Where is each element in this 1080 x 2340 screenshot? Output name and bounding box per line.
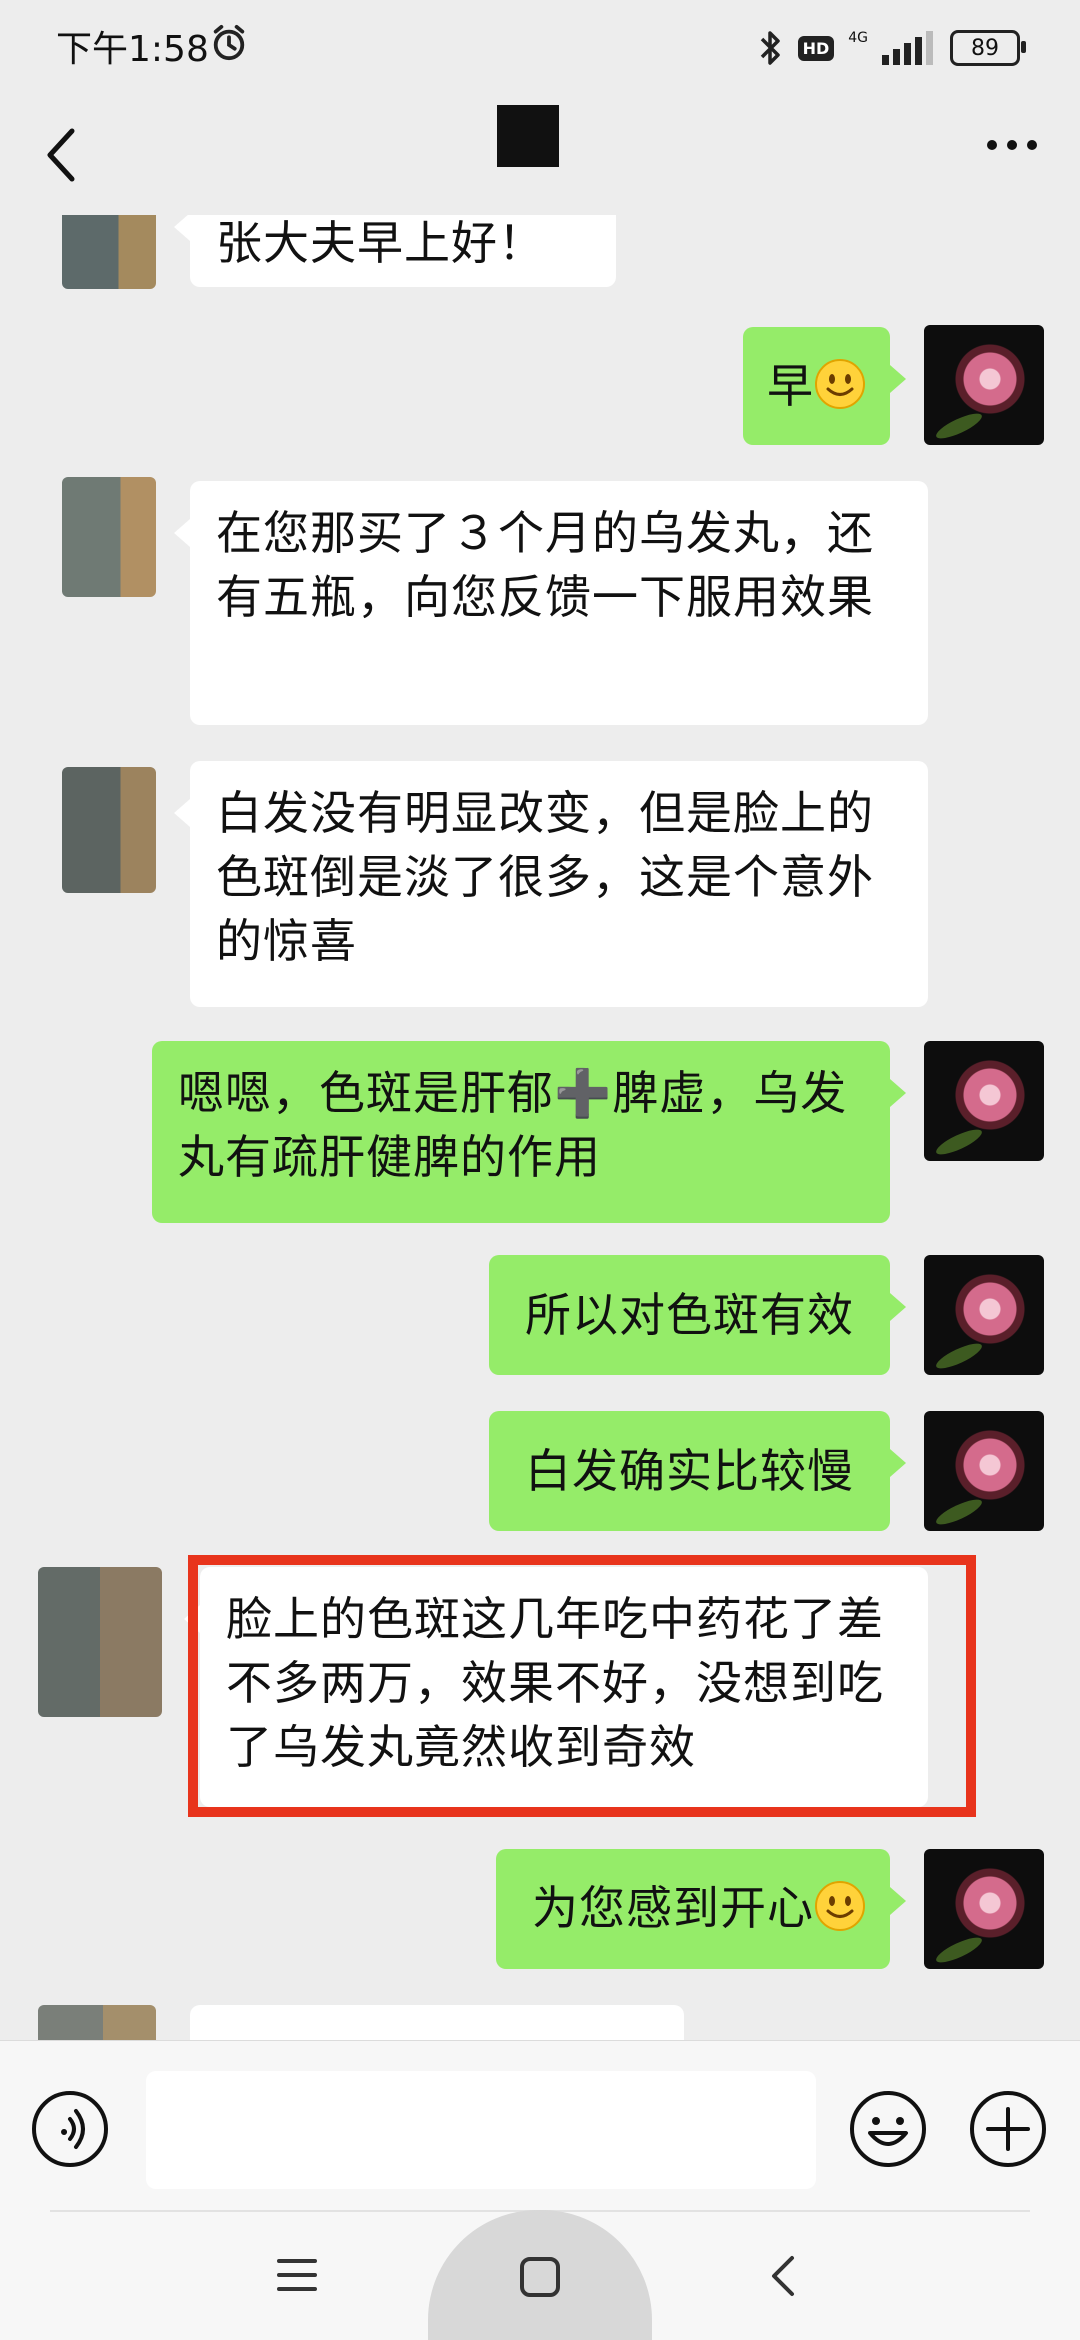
message-text: 白发确实比较慢 bbox=[525, 1444, 854, 1498]
contact-avatar[interactable] bbox=[62, 215, 156, 289]
self-avatar[interactable] bbox=[924, 1849, 1044, 1969]
hd-badge: HD bbox=[797, 35, 835, 61]
chat-header bbox=[0, 95, 1080, 215]
contact-avatar[interactable] bbox=[62, 767, 156, 893]
message-bubble[interactable]: 所以对色斑有效 bbox=[489, 1255, 906, 1375]
message-text: 嗯嗯，色斑是肝郁➕脾虚，乌发丸有疏肝健脾的作用 bbox=[178, 1066, 848, 1184]
self-avatar[interactable] bbox=[924, 1041, 1044, 1161]
contact-avatar[interactable] bbox=[38, 2005, 156, 2040]
home-icon[interactable] bbox=[518, 2255, 562, 2299]
contact-avatar[interactable] bbox=[62, 477, 156, 597]
chevron-left-icon[interactable] bbox=[36, 119, 86, 191]
voice-icon[interactable] bbox=[30, 2089, 110, 2169]
smile-emoji-icon bbox=[815, 1881, 865, 1931]
back-nav-icon[interactable] bbox=[768, 2252, 798, 2300]
battery-indicator: 89 bbox=[950, 30, 1026, 66]
message-text: 所以对色斑有效 bbox=[525, 1288, 854, 1342]
smile-emoji-icon bbox=[815, 359, 865, 409]
message-bubble[interactable]: 白发确实比较慢 bbox=[489, 1411, 906, 1531]
alarm-icon bbox=[213, 24, 245, 61]
message-bubble[interactable]: 早 bbox=[743, 327, 906, 445]
self-avatar[interactable] bbox=[924, 1411, 1044, 1531]
status-bar: 下午1:58 HD 4G 89 bbox=[0, 0, 1080, 95]
status-icons: HD 4G 89 bbox=[758, 26, 1026, 70]
menu-icon[interactable] bbox=[275, 2255, 319, 2295]
message-text: 白发没有明显改变，但是脸上的色斑倒是淡了很多，这是个意外的惊喜 bbox=[216, 786, 874, 968]
self-avatar[interactable] bbox=[924, 1255, 1044, 1375]
system-nav-bar bbox=[0, 2210, 1080, 2340]
battery-level: 89 bbox=[971, 35, 999, 61]
message-bubble[interactable]: 为您感到开心 bbox=[496, 1849, 906, 1969]
bluetooth-icon bbox=[760, 31, 780, 65]
plus-icon[interactable] bbox=[968, 2089, 1048, 2169]
network-type: 4G bbox=[848, 30, 868, 46]
message-bubble[interactable] bbox=[190, 2005, 684, 2040]
contact-avatar[interactable] bbox=[38, 1567, 162, 1717]
status-time: 下午1:58 bbox=[56, 29, 209, 70]
input-bar bbox=[0, 2040, 1080, 2211]
message-bubble[interactable]: 张大夫早上好！ bbox=[174, 215, 616, 287]
more-dots-icon[interactable] bbox=[984, 135, 1040, 155]
self-avatar[interactable] bbox=[924, 325, 1044, 445]
message-bubble[interactable]: 白发没有明显改变，但是脸上的色斑倒是淡了很多，这是个意外的惊喜 bbox=[174, 761, 928, 1007]
message-bubble[interactable]: 在您那买了３个月的乌发丸，还有五瓶，向您反馈一下服用效果 bbox=[174, 481, 928, 725]
message-text: 为您感到开心 bbox=[532, 1881, 814, 1935]
contact-name-redacted bbox=[497, 105, 559, 167]
message-text: 在您那买了３个月的乌发丸，还有五瓶，向您反馈一下服用效果 bbox=[216, 506, 874, 624]
signal-icon bbox=[882, 31, 933, 65]
message-list[interactable]: 张大夫早上好！ 早 在您那买了３个月的乌发丸，还有五瓶，向您反馈一下服用效果 白… bbox=[0, 215, 1080, 2040]
message-text: 张大夫早上好！ bbox=[216, 216, 545, 270]
message-bubble[interactable]: 嗯嗯，色斑是肝郁➕脾虚，乌发丸有疏肝健脾的作用 bbox=[152, 1041, 906, 1223]
emoji-icon[interactable] bbox=[848, 2089, 928, 2169]
message-text: 早 bbox=[767, 359, 814, 413]
message-input[interactable] bbox=[146, 2071, 816, 2189]
highlight-box bbox=[188, 1555, 976, 1817]
